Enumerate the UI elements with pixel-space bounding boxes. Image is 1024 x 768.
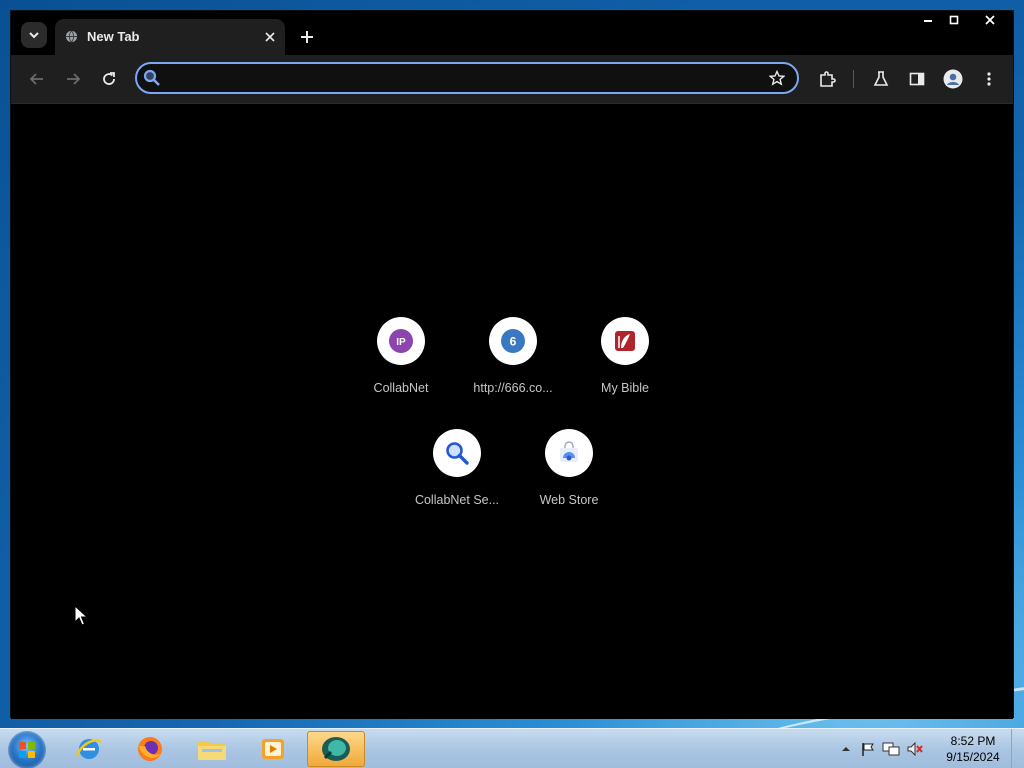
bible-icon (615, 331, 635, 351)
volume-muted-icon[interactable] (906, 741, 924, 757)
bookmark-star-icon[interactable] (769, 70, 785, 86)
chevron-down-icon (29, 32, 39, 39)
close-icon (985, 15, 995, 25)
flag-icon[interactable] (860, 741, 876, 757)
shortcut-icon-circle (601, 317, 649, 365)
media-player-icon (262, 739, 284, 759)
web-store-icon (560, 441, 578, 462)
address-input[interactable] (167, 66, 751, 92)
collabnet-icon: IP (389, 329, 413, 353)
shortcut-label: My Bible (601, 381, 649, 395)
plus-icon (301, 31, 313, 43)
arrow-right-icon (67, 73, 81, 85)
menu-button[interactable] (977, 67, 1001, 91)
svg-text:IP: IP (396, 337, 406, 348)
shortcut-label: Web Store (539, 493, 599, 507)
address-bar[interactable] (135, 62, 799, 94)
close-icon (265, 32, 275, 42)
browser-toolbar (11, 55, 1013, 104)
letter-avatar-icon: 6 (501, 329, 525, 353)
firefox-icon (138, 737, 162, 761)
maximize-icon (949, 15, 959, 25)
new-tab-page: IP CollabNet 6 http://666.co... My Bible… (11, 104, 1013, 719)
tab-title: New Tab (87, 29, 140, 44)
chevron-up-icon[interactable] (840, 743, 852, 755)
profile-button[interactable] (941, 67, 965, 91)
folder-icon (198, 741, 226, 760)
side-panel-button[interactable] (905, 67, 929, 91)
reload-button[interactable] (97, 67, 121, 91)
tab-new-tab[interactable]: New Tab (55, 19, 285, 55)
tab-search-button[interactable] (21, 22, 47, 48)
shortcut-tile[interactable]: My Bible (569, 317, 681, 417)
forward-button[interactable] (61, 67, 85, 91)
shortcut-icon-circle: 6 (489, 317, 537, 365)
minimize-icon (924, 20, 932, 22)
clock-date: 9/15/2024 (946, 750, 1000, 764)
shortcut-label: http://666.co... (473, 381, 553, 395)
network-icon[interactable] (882, 741, 900, 757)
search-icon (143, 69, 160, 86)
shortcut-icon-circle (545, 429, 593, 477)
toolbar-divider (853, 70, 854, 88)
back-button[interactable] (25, 67, 49, 91)
shortcut-label: CollabNet Se... (414, 493, 500, 507)
taskbar: 8:52 PM 9/15/2024 (0, 728, 1024, 768)
app-icon (322, 737, 350, 761)
maximize-button[interactable] (941, 11, 967, 29)
show-desktop-button[interactable] (1011, 729, 1024, 768)
title-bar: New Tab (11, 11, 1013, 55)
mouse-cursor-icon (74, 605, 88, 626)
shortcut-tile[interactable]: CollabNet Se... (401, 429, 513, 529)
taskbar-internet-explorer[interactable] (60, 731, 118, 767)
arrow-left-icon (29, 73, 43, 85)
minimize-button[interactable] (915, 11, 941, 29)
browser-window: New Tab IP CollabNet 6 http://666.co... … (10, 10, 1014, 719)
search-icon (446, 442, 469, 465)
taskbar-clock[interactable]: 8:52 PM 9/15/2024 (936, 733, 1010, 765)
window-close-button[interactable] (967, 11, 1013, 29)
window-controls (915, 11, 1013, 29)
windows-logo-icon (19, 742, 35, 758)
shortcut-tile[interactable]: 6 http://666.co... (457, 317, 569, 417)
labs-button[interactable] (869, 67, 893, 91)
taskbar-media-player[interactable] (244, 731, 302, 767)
svg-text:6: 6 (510, 335, 517, 349)
shortcut-icon-circle (433, 429, 481, 477)
globe-icon (65, 30, 78, 43)
more-vertical-icon (987, 72, 991, 86)
tab-close-button[interactable] (261, 28, 279, 46)
system-tray (840, 729, 924, 768)
clock-time: 8:52 PM (950, 734, 996, 748)
shortcut-label: CollabNet (373, 381, 429, 395)
shortcut-tile[interactable]: IP CollabNet (345, 317, 457, 417)
taskbar-file-explorer[interactable] (183, 731, 241, 767)
avatar-icon (943, 69, 963, 89)
start-button[interactable] (8, 731, 46, 768)
puzzle-icon (820, 71, 836, 87)
internet-explorer-icon (75, 739, 102, 759)
shortcut-icon-circle: IP (377, 317, 425, 365)
flask-icon (873, 71, 889, 86)
extensions-button[interactable] (815, 67, 839, 91)
new-tab-button[interactable] (297, 27, 317, 47)
side-panel-icon (909, 72, 925, 86)
shortcut-tile[interactable]: Web Store (513, 429, 625, 529)
reload-icon (103, 72, 115, 85)
taskbar-active-app[interactable] (307, 731, 365, 767)
taskbar-firefox[interactable] (121, 731, 179, 767)
